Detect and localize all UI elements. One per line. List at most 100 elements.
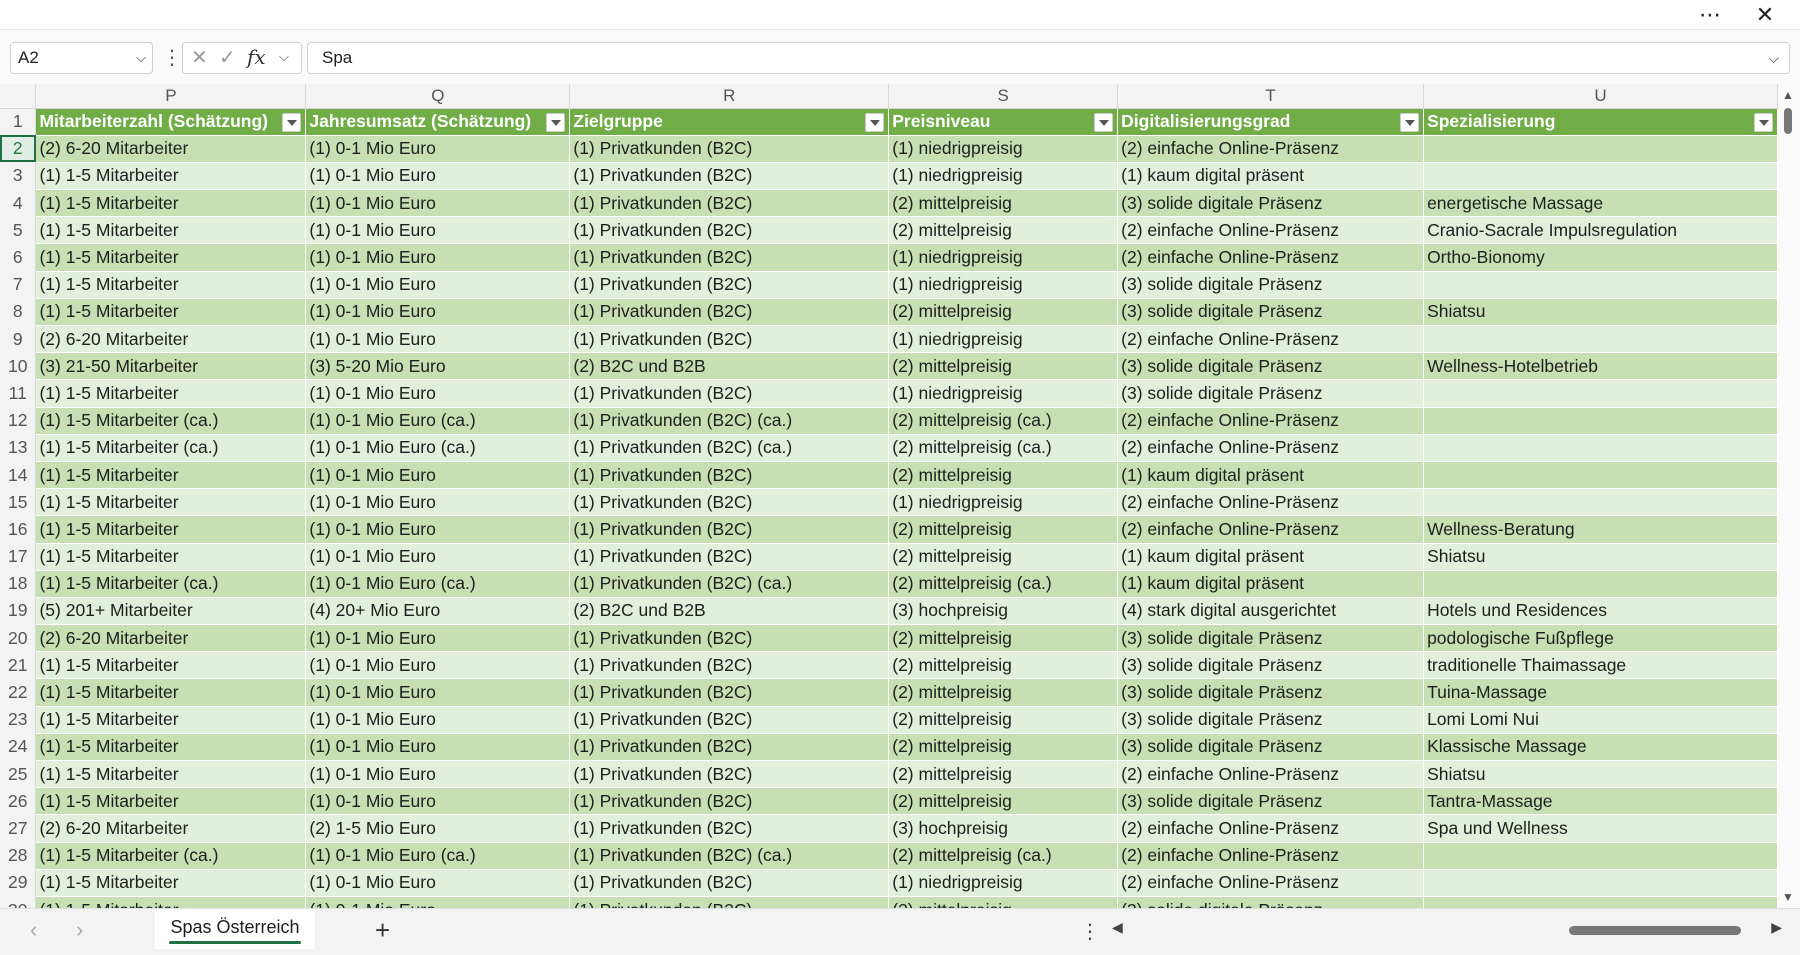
table-cell[interactable]: (1) 0-1 Mio Euro	[305, 760, 571, 789]
table-cell[interactable]: (1) 0-1 Mio Euro	[305, 488, 571, 517]
table-cell[interactable]: (1) Privatkunden (B2C)	[569, 869, 890, 897]
table-cell[interactable]: (1) Privatkunden (B2C)	[569, 624, 890, 653]
table-cell[interactable]	[1423, 379, 1778, 408]
table-cell[interactable]: (1) Privatkunden (B2C) (ca.)	[569, 842, 890, 870]
table-cell[interactable]: (2) mittelpreisig	[888, 706, 1119, 734]
scroll-left-icon[interactable]: ◀	[1112, 919, 1123, 936]
table-cell[interactable]: (1) 0-1 Mio Euro	[305, 869, 571, 897]
table-cell[interactable]: (1) 0-1 Mio Euro	[305, 678, 571, 707]
table-cell[interactable]: (1) 1-5 Mitarbeiter	[35, 488, 307, 517]
table-cell[interactable]: (2) mittelpreisig	[888, 515, 1119, 544]
header-cell[interactable]: Preisniveau	[888, 108, 1119, 136]
filter-dropdown-icon[interactable]	[282, 112, 302, 132]
table-cell[interactable]: (1) niedrigpreisig	[888, 325, 1119, 354]
table-cell[interactable]: (1) 0-1 Mio Euro	[305, 461, 571, 490]
table-cell[interactable]: (2) 6-20 Mitarbeiter	[35, 135, 307, 163]
table-cell[interactable]: (1) 1-5 Mitarbeiter	[35, 189, 307, 218]
table-cell[interactable]: (1) 1-5 Mitarbeiter	[35, 651, 307, 680]
table-cell[interactable]: traditionelle Thaimassage	[1423, 651, 1778, 680]
table-cell[interactable]: (1) 1-5 Mitarbeiter	[35, 461, 307, 490]
table-cell[interactable]: (2) mittelpreisig	[888, 760, 1119, 789]
previous-sheet-icon[interactable]: ‹	[30, 917, 37, 943]
vertical-scrollbar[interactable]: ▲ ▼	[1778, 84, 1800, 908]
row-number[interactable]: 27	[0, 814, 37, 843]
table-cell[interactable]: (1) 1-5 Mitarbeiter	[35, 216, 307, 245]
table-cell[interactable]: (1) Privatkunden (B2C)	[569, 271, 890, 299]
table-cell[interactable]: (1) 1-5 Mitarbeiter	[35, 243, 307, 272]
table-cell[interactable]: (1) Privatkunden (B2C)	[569, 515, 890, 544]
table-cell[interactable]: (1) Privatkunden (B2C)	[569, 814, 890, 843]
table-cell[interactable]: (1) Privatkunden (B2C)	[569, 298, 890, 327]
table-cell[interactable]: (1) 1-5 Mitarbeiter (ca.)	[35, 407, 307, 435]
row-number[interactable]: 14	[0, 461, 37, 489]
table-cell[interactable]: (2) B2C und B2B	[569, 352, 890, 381]
row-number[interactable]: 26	[0, 787, 37, 815]
row-number[interactable]: 12	[0, 407, 37, 435]
table-cell[interactable]: (1) 0-1 Mio Euro	[305, 325, 571, 354]
row-number[interactable]: 8	[0, 298, 37, 326]
table-cell[interactable]: (4) stark digital ausgerichtet	[1117, 597, 1425, 626]
row-number[interactable]: 17	[0, 543, 37, 571]
filter-dropdown-icon[interactable]	[1094, 112, 1114, 132]
table-cell[interactable]: (2) einfache Online-Präsenz	[1117, 135, 1425, 163]
table-cell[interactable]: (1) 1-5 Mitarbeiter	[35, 298, 307, 327]
table-cell[interactable]: (2) mittelpreisig	[888, 733, 1119, 762]
row-number[interactable]: 15	[0, 488, 37, 516]
table-cell[interactable]: (2) mittelpreisig	[888, 624, 1119, 653]
row-number[interactable]: 16	[0, 515, 37, 543]
header-cell[interactable]: Jahresumsatz (Schätzung)	[305, 108, 571, 136]
table-cell[interactable]	[1423, 488, 1778, 517]
table-cell[interactable]: (1) 0-1 Mio Euro	[305, 189, 571, 218]
row-number[interactable]: 30	[0, 896, 37, 908]
row-number[interactable]: 23	[0, 706, 37, 734]
table-cell[interactable]: Tantra-Massage	[1423, 787, 1778, 816]
row-number[interactable]: 25	[0, 760, 37, 788]
table-cell[interactable]: (3) solide digitale Präsenz	[1117, 733, 1425, 762]
table-cell[interactable]: (1) Privatkunden (B2C)	[569, 243, 890, 272]
table-cell[interactable]	[1423, 869, 1778, 897]
horizontal-scrollbar[interactable]: ◀ ▶	[1112, 917, 1782, 945]
table-cell[interactable]: (2) mittelpreisig (ca.)	[888, 570, 1119, 598]
table-cell[interactable]: (2) mittelpreisig	[888, 543, 1119, 571]
row-number[interactable]: 19	[0, 597, 37, 625]
table-cell[interactable]: (2) einfache Online-Präsenz	[1117, 216, 1425, 245]
table-cell[interactable]: (3) solide digitale Präsenz	[1117, 787, 1425, 816]
table-cell[interactable]: (1) 0-1 Mio Euro	[305, 216, 571, 245]
table-cell[interactable]: (1) Privatkunden (B2C) (ca.)	[569, 407, 890, 435]
filter-dropdown-icon[interactable]	[1400, 112, 1420, 132]
table-cell[interactable]: Wellness-Hotelbetrieb	[1423, 352, 1778, 381]
table-cell[interactable]: (1) Privatkunden (B2C)	[569, 651, 890, 680]
row-number[interactable]: 10	[0, 352, 37, 380]
table-cell[interactable]: Cranio-Sacrale Impulsregulation	[1423, 216, 1778, 245]
name-box[interactable]: A2 ⌵	[10, 42, 153, 74]
table-cell[interactable]: (1) niedrigpreisig	[888, 243, 1119, 272]
row-number[interactable]: 21	[0, 651, 37, 679]
function-icon[interactable]: fx	[247, 45, 266, 69]
table-cell[interactable]: (1) 1-5 Mitarbeiter	[35, 706, 307, 734]
sheet-tab-active[interactable]: Spas Österreich	[155, 909, 315, 949]
table-cell[interactable]: (1) kaum digital präsent	[1117, 543, 1425, 571]
table-cell[interactable]: (2) mittelpreisig (ca.)	[888, 407, 1119, 435]
table-cell[interactable]: Spa und Wellness	[1423, 814, 1778, 843]
table-cell[interactable]: (1) 0-1 Mio Euro	[305, 624, 571, 653]
table-cell[interactable]: (1) niedrigpreisig	[888, 488, 1119, 517]
scroll-down-icon[interactable]: ▼	[1782, 890, 1794, 904]
table-cell[interactable]: (1) 0-1 Mio Euro	[305, 243, 571, 272]
table-cell[interactable]: (1) Privatkunden (B2C)	[569, 488, 890, 517]
table-cell[interactable]: (3) 21-50 Mitarbeiter	[35, 352, 307, 381]
table-cell[interactable]: (1) niedrigpreisig	[888, 379, 1119, 408]
table-cell[interactable]: (1) 0-1 Mio Euro	[305, 733, 571, 762]
table-cell[interactable]: (1) Privatkunden (B2C)	[569, 189, 890, 218]
table-cell[interactable]: (5) 201+ Mitarbeiter	[35, 597, 307, 626]
table-cell[interactable]: (1) 0-1 Mio Euro	[305, 379, 571, 408]
table-cell[interactable]: (1) 1-5 Mitarbeiter	[35, 543, 307, 571]
table-cell[interactable]: (1) 1-5 Mitarbeiter	[35, 896, 307, 908]
table-cell[interactable]: (1) kaum digital präsent	[1117, 162, 1425, 191]
table-cell[interactable]: (2) einfache Online-Präsenz	[1117, 842, 1425, 870]
table-cell[interactable]	[1423, 162, 1778, 191]
table-cell[interactable]: (3) 5-20 Mio Euro	[305, 352, 571, 381]
table-cell[interactable]: (1) niedrigpreisig	[888, 271, 1119, 299]
table-cell[interactable]: (1) 0-1 Mio Euro	[305, 706, 571, 734]
table-cell[interactable]: (2) mittelpreisig (ca.)	[888, 842, 1119, 870]
table-cell[interactable]: (3) solide digitale Präsenz	[1117, 651, 1425, 680]
